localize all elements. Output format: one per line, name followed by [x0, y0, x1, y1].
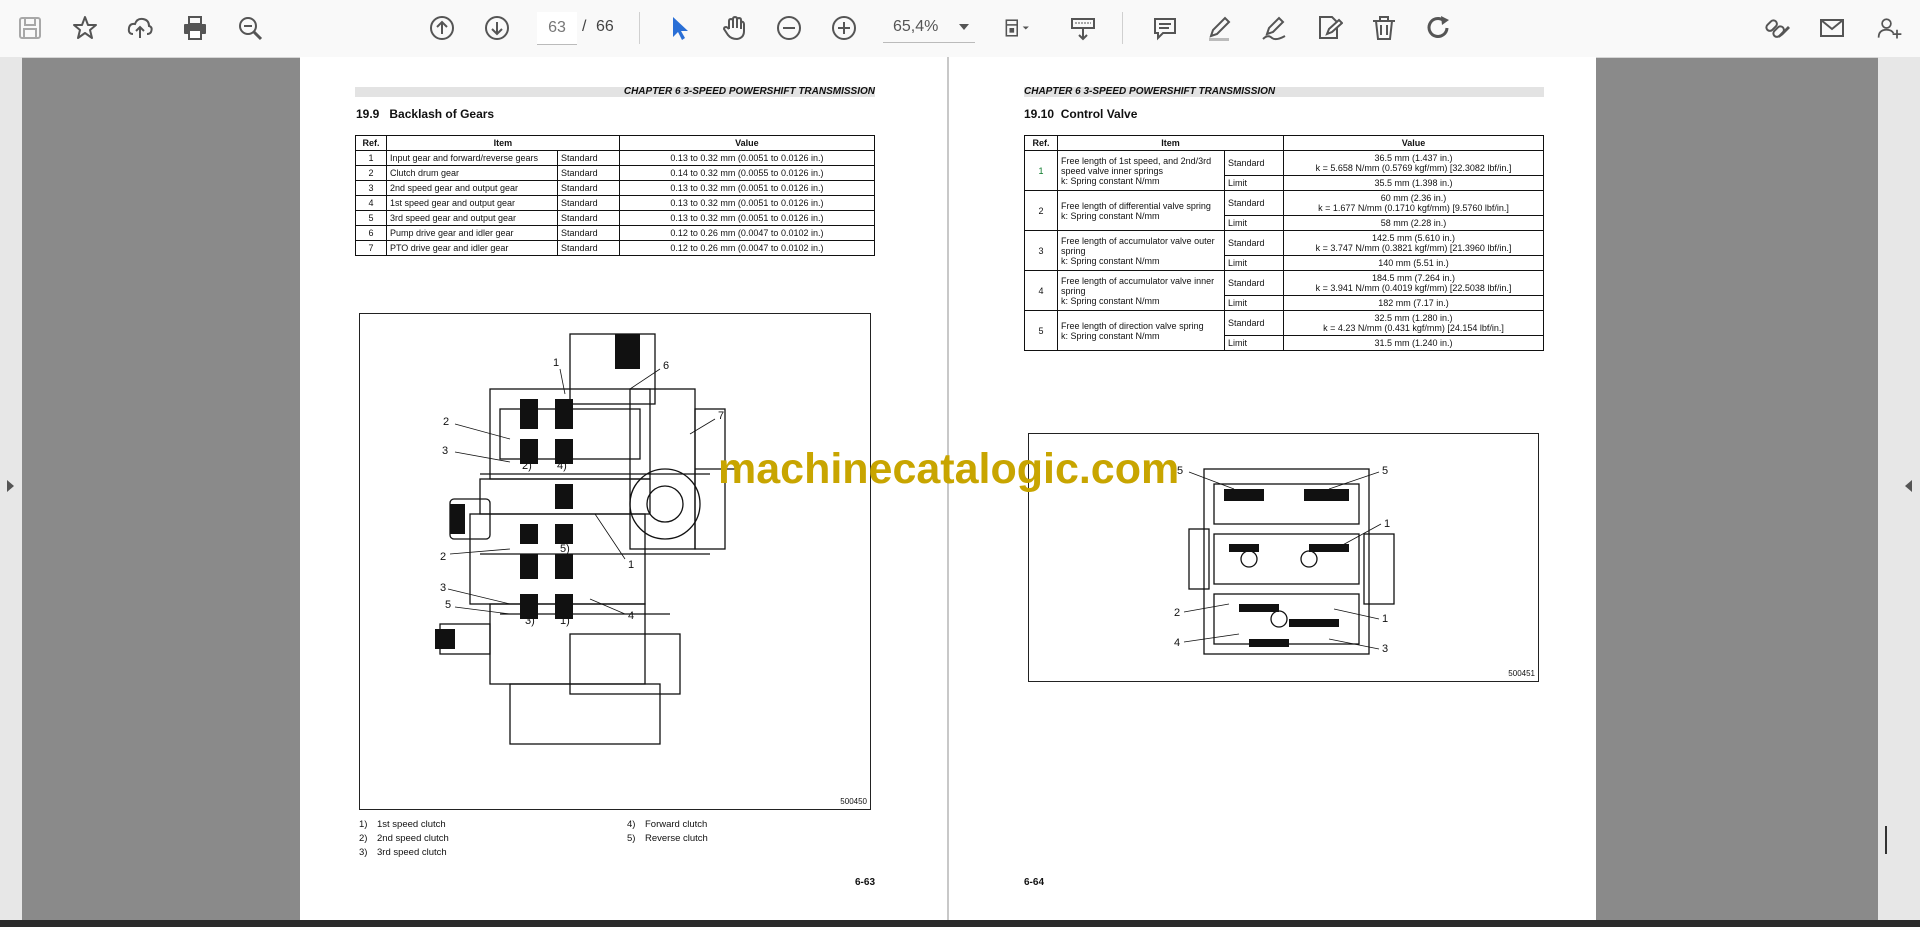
save-icon[interactable] [13, 11, 47, 45]
page-total: 66 [596, 18, 614, 35]
comment-icon[interactable] [1148, 11, 1182, 45]
transmission-figure: 1 2 3 2) 4) 6 7 2 3 5 5) 1 4 3) 1) 50045… [359, 313, 871, 810]
toolbar: / 66 65,4% [0, 0, 1920, 58]
left-panel-handle[interactable] [0, 57, 22, 927]
keyboard-scroll-icon[interactable] [1066, 11, 1100, 45]
section-heading: 19.9 Backlash of Gears [356, 107, 495, 121]
page-number-input[interactable] [537, 12, 577, 45]
col-item: Item [385, 135, 620, 151]
table-row: 5 Free length of direction valve spring k… [1024, 310, 1544, 351]
callout-label: 3 [442, 445, 448, 457]
figure-id: 500450 [840, 797, 867, 806]
col-value: Value [1283, 135, 1544, 151]
callout-label: 5 [1382, 465, 1388, 477]
table-row: 4 Free length of accumulator valve inner… [1024, 270, 1544, 311]
callout-label: 1 [1384, 518, 1390, 530]
col-ref: Ref. [355, 135, 387, 151]
page-folio: 6-63 [855, 877, 876, 888]
callout-label: 2 [443, 416, 449, 428]
callout-label: 1) [560, 615, 570, 627]
legend-item: 5) Reverse clutch [627, 833, 708, 844]
edit-document-icon[interactable] [1312, 11, 1346, 45]
legend-item: 2) 2nd speed clutch [359, 833, 449, 844]
email-icon[interactable] [1815, 11, 1849, 45]
hand-tool-icon[interactable] [717, 11, 751, 45]
callout-label: 2 [1174, 607, 1180, 619]
callout-label: 1 [628, 559, 634, 571]
bottom-status-strip [0, 920, 1920, 927]
callout-label: 3 [440, 582, 446, 594]
callout-label: 2 [440, 551, 446, 563]
zoom-value: 65,4% [893, 18, 939, 35]
page-folio: 6-64 [1024, 877, 1045, 888]
zoom-select[interactable]: 65,4% [883, 12, 975, 43]
zoom-out-icon[interactable] [772, 11, 806, 45]
table-row: 4 1st speed gear and output gear Standard 0… [355, 195, 876, 211]
figure-id: 500451 [1508, 669, 1535, 678]
bookmark-star-icon[interactable] [68, 11, 102, 45]
callout-label: 2) [522, 460, 532, 472]
scrollbar-thumb[interactable] [1885, 826, 1887, 854]
next-page-icon[interactable] [480, 11, 514, 45]
control-valve-table: Ref. Item Value 1 Free length of 1st spe… [1024, 135, 1544, 351]
sign-pen-icon[interactable] [1257, 11, 1291, 45]
link-edit-icon[interactable] [1760, 11, 1794, 45]
table-row: 7 PTO drive gear and idler gear Standard 0.… [355, 240, 876, 256]
page-separator: / [582, 18, 587, 35]
callout-label: 4 [628, 610, 634, 622]
table-row: 3 Free length of accumulator valve outer… [1024, 230, 1544, 271]
callout-label: 7 [718, 410, 724, 422]
table-row: 5 3rd speed gear and output gear Standard 0… [355, 210, 876, 226]
zoom-search-icon[interactable] [233, 11, 267, 45]
callout-label: 4 [1174, 637, 1180, 649]
callout-label: 3 [1382, 643, 1388, 655]
add-user-icon[interactable] [1870, 11, 1910, 45]
table-row: 1 Input gear and forward/reverse gears Sta… [355, 150, 876, 166]
select-cursor-icon[interactable] [662, 11, 696, 45]
previous-page-icon[interactable] [425, 11, 459, 45]
table-row: 2 Clutch drum gear Standard 0.14 to 0.32 mm… [355, 165, 876, 181]
chapter-header: CHAPTER 6 3-SPEED POWERSHIFT TRANSMISSIO… [355, 87, 875, 97]
redo-rotate-icon[interactable] [1422, 11, 1456, 45]
delete-trash-icon[interactable] [1367, 11, 1401, 45]
expand-left-icon[interactable] [7, 480, 14, 492]
table-row: 6 Pump drive gear and idler gear Standard 0… [355, 225, 876, 241]
chevron-down-icon [959, 24, 969, 30]
expand-right-icon[interactable] [1905, 480, 1912, 492]
callout-label: 4) [557, 460, 567, 472]
table-row: 3 2nd speed gear and output gear Standard 0… [355, 180, 876, 196]
callout-label: 6 [663, 360, 669, 372]
section-heading: 19.10 Control Valve [1024, 107, 1138, 121]
watermark-text: machinecatalogic.com [718, 445, 1180, 493]
callout-label: 1 [1382, 613, 1388, 625]
table-row: 2 Free length of differential valve spri… [1024, 190, 1544, 231]
figure-legend-col1: 1) 1st speed clutch 2) 2nd speed clutch 3)… [359, 818, 449, 860]
table-row: 1 Free length of 1st speed, and 2nd/3rd … [1024, 150, 1544, 191]
figure-legend-col2: 4) Forward clutch 5) Reverse clutch [627, 818, 708, 846]
backlash-table: Ref. Item Value 1 Input gear and forward/… [355, 135, 876, 256]
col-item: Item [1057, 135, 1284, 151]
page-fit-icon[interactable] [996, 11, 1040, 45]
callout-label: 3) [525, 615, 535, 627]
print-icon[interactable] [178, 11, 212, 45]
zoom-in-icon[interactable] [827, 11, 861, 45]
legend-item: 3) 3rd speed clutch [359, 847, 447, 858]
upload-cloud-icon[interactable] [123, 11, 157, 45]
right-panel-handle[interactable] [1878, 57, 1920, 927]
col-value: Value [618, 135, 876, 151]
legend-item: 4) Forward clutch [627, 819, 708, 830]
transmission-cutaway-drawing: 1 2 3 2) 4) 6 7 2 3 5 5) 1 4 3) 1) [435, 333, 735, 745]
highlight-pen-icon[interactable] [1202, 11, 1236, 45]
legend-item: 1) 1st speed clutch [359, 819, 446, 830]
callout-label: 5) [560, 543, 570, 555]
callout-label: 1 [553, 357, 559, 369]
callout-label: 5 [445, 599, 451, 611]
chapter-header: CHAPTER 6 3-SPEED POWERSHIFT TRANSMISSIO… [1024, 87, 1544, 97]
col-ref: Ref. [1024, 135, 1058, 151]
